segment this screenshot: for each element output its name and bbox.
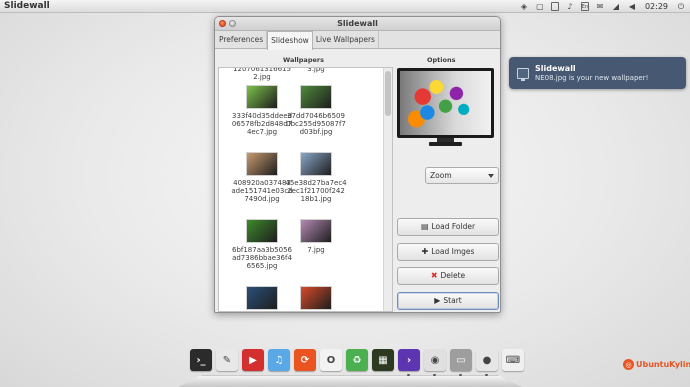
dock-glyph: ⟳ — [300, 354, 310, 366]
load-folder-label: Load Folder — [431, 222, 476, 231]
notification-title: Slidewall — [535, 64, 576, 73]
tab-live-wallpapers[interactable]: Live Wallpapers — [313, 31, 379, 48]
wallpaper-item[interactable]: 45e38d27ba7ec42ec1f21700f24218b1.jpg — [276, 152, 356, 203]
top-panel: Slidewall ◈ ▢ ♪ En ✉ ◢ ◀ 02:29 ⏻ — [0, 0, 690, 13]
dock-glyph: ▭ — [456, 354, 466, 366]
scale-mode-select[interactable]: Zoom — [425, 167, 499, 184]
wallpaper-filename: 7.jpg — [307, 246, 325, 254]
start-label: Start — [443, 296, 462, 305]
chrome-icon[interactable]: ◉ — [424, 349, 446, 376]
monitor-icon — [517, 67, 529, 81]
dock-glyph: ›_ — [196, 354, 206, 366]
plus-icon: ✚ — [421, 247, 429, 256]
dock-glyph: ▦ — [378, 354, 388, 366]
chevron-down-icon — [488, 174, 494, 178]
recycle-icon[interactable]: ♻ — [346, 349, 368, 371]
scrollbar-thumb[interactable] — [385, 71, 391, 116]
window-minimize-button[interactable] — [229, 20, 236, 27]
power-icon[interactable]: ⏻ — [676, 2, 686, 12]
wallpaper-thumbnail — [246, 152, 278, 176]
window-close-button[interactable] — [219, 20, 226, 27]
wallpaper-filename: 3.jpg — [307, 67, 325, 73]
wallpaper-thumbnail — [300, 286, 332, 310]
dock-glyph: ⌨ — [505, 354, 521, 366]
wallpaper-preview — [397, 68, 494, 148]
wallpaper-item[interactable]: 37dd7046b65090bc255d95087f7d03bf.jpg — [276, 85, 356, 136]
terminal-2-icon[interactable]: › — [398, 349, 420, 376]
app-menu-title[interactable]: Slidewall — [0, 1, 50, 11]
ubuntukylin-logo: ◎ UbuntuKylin — [623, 359, 690, 370]
load-images-button[interactable]: ✚ Load Imges — [397, 243, 499, 261]
window-title: Slidewall — [337, 19, 378, 28]
wallpaper-item[interactable]: Earth(11).jpg — [276, 286, 356, 311]
tab-preferences[interactable]: Preferences — [216, 31, 268, 48]
play-icon: ▶ — [434, 296, 441, 305]
delete-label: Delete — [440, 271, 466, 280]
terminal-icon[interactable]: ›_ — [190, 349, 212, 371]
dock-glyph: O — [326, 354, 336, 366]
system-monitor-icon[interactable]: ▦ — [372, 349, 394, 371]
itunes-icon[interactable]: ♫ — [268, 349, 290, 371]
sound-icon[interactable]: ♪ — [565, 2, 575, 12]
tab-slideshow[interactable]: Slideshow — [267, 31, 313, 50]
slidewall-window: Slidewall Preferences Slideshow Live Wal… — [214, 16, 501, 313]
tab-bar: Preferences Slideshow Live Wallpapers — [215, 31, 500, 50]
email-icon[interactable]: ✉ — [595, 2, 605, 12]
wifi-icon[interactable]: ◢ — [611, 2, 621, 12]
wallpaper-thumbnail — [246, 286, 278, 310]
wallpaper-list[interactable]: 12070613166152.jpg 3.jpg 333f40d35ddeed065… — [218, 67, 393, 312]
notification-bubble: Slidewall NE08.jpg is your new wallpaper… — [509, 57, 686, 89]
folder-icon: ▤ — [420, 222, 429, 231]
recorder-icon[interactable]: ● — [476, 349, 498, 376]
start-button[interactable]: ▶ Start — [397, 292, 499, 310]
wallpaper-thumbnail — [300, 152, 332, 176]
battery-icon[interactable] — [550, 2, 559, 11]
wallpaper-scrollbar[interactable] — [383, 68, 392, 311]
notification-body: NE08.jpg is your new wallpaper! — [535, 74, 649, 82]
wallpaper-filename: 37dd7046b65090bc255d95087f7d03bf.jpg — [286, 112, 346, 136]
wallpaper-thumbnail — [246, 85, 278, 109]
delete-button[interactable]: ✖ Delete — [397, 267, 499, 285]
wallpaper-item[interactable]: 7.jpg — [276, 219, 356, 254]
delete-icon: ✖ — [430, 271, 438, 280]
dock-glyph: ♫ — [274, 354, 284, 366]
dock-glyph: ◉ — [430, 354, 440, 366]
load-folder-button[interactable]: ▤ Load Folder — [397, 218, 499, 236]
keyboard-layout-icon[interactable]: En — [580, 2, 589, 11]
options-header: Options — [427, 56, 456, 64]
ubuntu-software-icon[interactable]: ⟳ — [294, 349, 316, 371]
load-images-label: Load Imges — [431, 247, 475, 256]
ubuntu-logo-icon: ◎ — [623, 359, 634, 370]
wallpaper-item[interactable]: 3.jpg — [276, 67, 356, 73]
preview-screen — [397, 68, 494, 138]
wallpapers-header: Wallpapers — [283, 56, 324, 64]
opera-icon[interactable]: O — [320, 349, 342, 371]
system-tray: ◈ ▢ ♪ En ✉ ◢ ◀ 02:29 ⏻ — [519, 0, 686, 13]
wallpaper-thumbnail — [246, 219, 278, 243]
wallpaper-filename: 45e38d27ba7ec42ec1f21700f24218b1.jpg — [285, 179, 347, 203]
dropbox-icon[interactable]: ◈ — [519, 2, 529, 12]
display-icon[interactable]: ▭ — [450, 349, 472, 376]
text-editor-icon[interactable]: ✎ — [216, 349, 238, 371]
dock-glyph: ▶ — [249, 354, 257, 366]
dock-glyph: ● — [482, 354, 492, 366]
clock[interactable]: 02:29 — [645, 2, 668, 11]
dock-glyph: › — [406, 354, 412, 366]
branding-text: UbuntuKylin — [636, 360, 690, 369]
window-titlebar[interactable]: Slidewall — [215, 17, 500, 31]
youtube-downloader-icon[interactable]: ▶ — [242, 349, 264, 371]
dock-shelf — [178, 375, 522, 387]
volume-icon[interactable]: ◀ — [627, 2, 637, 12]
wallpaper-thumbnail — [300, 85, 332, 109]
scale-mode-value: Zoom — [430, 171, 452, 180]
dock-glyph: ♻ — [352, 354, 362, 366]
dock-glyph: ✎ — [222, 354, 232, 366]
wallpaper-thumbnail — [300, 219, 332, 243]
dock: ›_ ✎ ▶ ♫ ⟳ O ♻ ▦ › ◉ ▭ ● ⌨ — [190, 349, 524, 376]
mail-icon[interactable]: ▢ — [535, 2, 545, 12]
keyboard-icon[interactable]: ⌨ — [502, 349, 524, 371]
